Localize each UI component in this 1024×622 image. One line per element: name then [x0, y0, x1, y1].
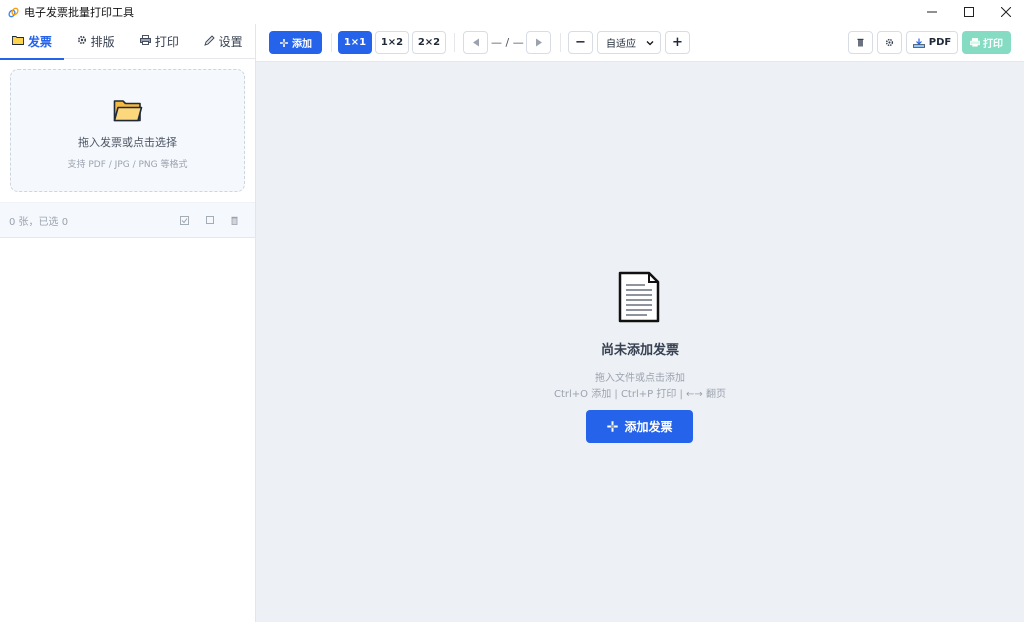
sidebar-tabs: 发票 排版 打印 设置: [0, 24, 255, 60]
settings-button[interactable]: [877, 31, 902, 54]
tab-invoices-label: 发票: [27, 35, 52, 49]
gear-icon: [77, 35, 87, 48]
empty-title: 尚未添加发票: [600, 343, 679, 358]
zoom-in-button[interactable]: +: [665, 31, 690, 54]
select-all-button[interactable]: [172, 210, 197, 230]
zoom-out-label: −: [575, 35, 586, 50]
layout-2x2-button[interactable]: 2×2: [412, 31, 446, 54]
page-indicator: — / —: [491, 36, 524, 49]
zoom-select[interactable]: 自适应: [597, 31, 661, 54]
chevron-down-icon: [646, 41, 654, 46]
sidebar: 发票 排版 打印 设置 拖入发票或点击选择 支持 PDF / JPG / PNG…: [0, 24, 256, 622]
toolbar-separator: [331, 33, 332, 52]
add-invoice-label: 添加发票: [624, 420, 673, 434]
link-icon: [7, 6, 19, 18]
invoice-list-toolbar: 0 张，已选 0: [0, 202, 255, 238]
delete-icon: [231, 216, 238, 225]
tab-print-label: 打印: [154, 35, 179, 49]
tab-settings[interactable]: 设置: [191, 24, 255, 59]
clear-button[interactable]: [848, 31, 873, 54]
pencil-icon: [203, 34, 215, 49]
zoom-out-button[interactable]: −: [568, 31, 593, 54]
tab-settings-label: 设置: [218, 35, 243, 49]
invoice-count: 0 张，已选 0: [9, 216, 69, 228]
empty-state: 尚未添加发票 拖入文件或点击添加 Ctrl+O 添加 | Ctrl+P 打印 |…: [256, 62, 1024, 622]
folder-icon: [113, 100, 142, 122]
trash-icon: [857, 38, 864, 47]
tab-print[interactable]: 打印: [128, 24, 192, 59]
main-toolbar: 添加 1×1 1×2 2×2 — / — − 自适应 + PDF 打印: [256, 24, 1024, 62]
gear-icon: [885, 38, 894, 47]
triangle-right-icon: [535, 38, 542, 47]
tab-layout-label: 排版: [90, 35, 115, 49]
export-pdf-label: PDF: [928, 37, 952, 48]
empty-hint: 拖入文件或点击添加: [595, 373, 685, 384]
close-button[interactable]: [987, 0, 1024, 24]
preview-canvas[interactable]: 尚未添加发票 拖入文件或点击添加 Ctrl+O 添加 | Ctrl+P 打印 |…: [256, 62, 1024, 622]
tab-layout[interactable]: 排版: [64, 24, 128, 59]
close-icon: [1000, 7, 1011, 17]
layout-1x1-label: 1×1: [343, 37, 367, 48]
plus-icon: [280, 38, 288, 47]
minimize-icon: [926, 11, 937, 13]
printer-icon: [139, 35, 151, 48]
dropzone-title: 拖入发票或点击选择: [78, 136, 177, 149]
layout-1x2-button[interactable]: 1×2: [375, 31, 409, 54]
add-button-label: 添加: [292, 39, 312, 50]
zoom-in-label: +: [672, 35, 683, 50]
maximize-button[interactable]: [950, 0, 987, 24]
document-icon: [618, 271, 660, 323]
export-icon: [912, 38, 925, 48]
plus-icon: [607, 421, 619, 432]
dropzone-subtitle: 支持 PDF / JPG / PNG 等格式: [67, 160, 188, 170]
delete-selected-button[interactable]: [222, 210, 247, 230]
toolbar-separator: [560, 33, 561, 52]
layout-2x2-label: 2×2: [417, 37, 441, 48]
select-all-icon: [180, 215, 189, 225]
title-bar: 电子发票批量打印工具: [0, 0, 1024, 24]
toolbar-separator: [454, 33, 455, 52]
layout-1x1-button[interactable]: 1×1: [338, 31, 372, 54]
zoom-select-value: 自适应: [606, 39, 636, 50]
maximize-icon: [963, 7, 974, 17]
deselect-button[interactable]: [197, 210, 222, 230]
shortcut-hint: Ctrl+O 添加 | Ctrl+P 打印 | ←→ 翻页: [554, 389, 726, 400]
add-invoice-button[interactable]: 添加发票: [586, 410, 693, 443]
add-button[interactable]: 添加: [269, 31, 322, 54]
layout-1x2-label: 1×2: [380, 37, 404, 48]
print-button[interactable]: 打印: [962, 31, 1011, 54]
printer-icon: [970, 38, 980, 47]
minimize-button[interactable]: [913, 0, 950, 24]
tab-invoices[interactable]: 发票: [0, 24, 64, 60]
prev-page-button[interactable]: [463, 31, 488, 54]
print-button-label: 打印: [983, 39, 1003, 50]
next-page-button[interactable]: [526, 31, 551, 54]
triangle-left-icon: [472, 38, 479, 47]
invoice-dropzone[interactable]: 拖入发票或点击选择 支持 PDF / JPG / PNG 等格式: [10, 69, 245, 192]
window-title: 电子发票批量打印工具: [24, 6, 134, 19]
deselect-icon: [205, 216, 214, 224]
export-pdf-button[interactable]: PDF: [906, 31, 958, 54]
folder-icon: [11, 35, 24, 48]
